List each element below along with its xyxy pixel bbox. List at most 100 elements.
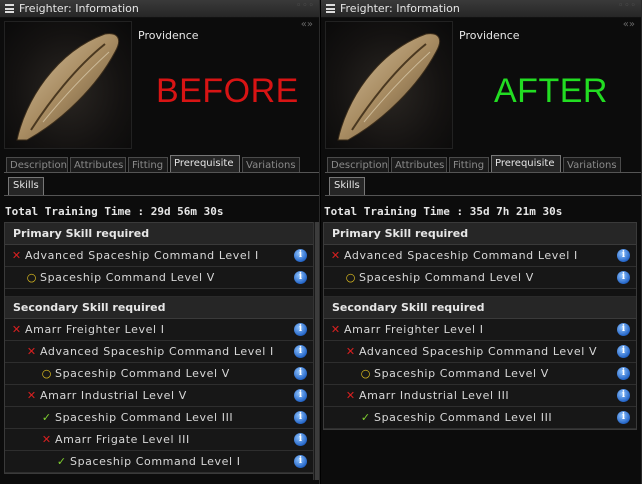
secondary-skill-list: ✕ Amarr Freighter Level Ii ✕ Advanced Space… xyxy=(324,319,636,429)
cross-icon: ✕ xyxy=(345,345,356,358)
ship-thumbnail xyxy=(325,21,453,149)
tab-description[interactable]: Description xyxy=(327,157,389,173)
skill-label: Spaceship Command Level V xyxy=(55,367,230,380)
skill-label: Amarr Industrial Level V xyxy=(40,389,187,402)
skill-label: Spaceship Command Level I xyxy=(70,455,241,468)
window-controls-icon[interactable]: ◦◦◦ xyxy=(618,1,637,11)
skill-row[interactable]: ✕ Amarr Freighter Level I i xyxy=(324,319,636,341)
tab-attributes[interactable]: Attributes xyxy=(70,157,126,173)
skill-label: Spaceship Command Level V xyxy=(359,271,534,284)
info-icon[interactable]: i xyxy=(617,411,630,424)
skill-label: Advanced Spaceship Command Level I xyxy=(344,249,578,262)
skill-label: Spaceship Command Level III xyxy=(374,411,553,424)
skill-row[interactable]: ✓ Spaceship Command Level I i xyxy=(5,451,313,473)
info-tabs: Description Attributes Fitting Prerequis… xyxy=(327,155,641,173)
after-label: AFTER xyxy=(494,72,608,110)
info-icon[interactable]: i xyxy=(617,271,630,284)
tab-divider xyxy=(325,172,641,173)
secondary-skill-header: Secondary Skill required xyxy=(324,297,636,319)
tab-divider xyxy=(4,172,319,173)
secondary-skill-header: Secondary Skill required xyxy=(5,297,313,319)
primary-skill-header: Primary Skill required xyxy=(5,223,313,245)
ship-name: Providence xyxy=(138,29,199,42)
skill-row[interactable]: ✕ Amarr Industrial Level V i xyxy=(5,385,313,407)
info-icon[interactable]: i xyxy=(294,345,307,358)
subtab-skills[interactable]: Skills xyxy=(329,177,365,195)
circle-icon: ○ xyxy=(41,367,52,380)
tab-prerequisite[interactable]: Prerequisite xyxy=(170,155,240,173)
info-window-after: Freighter: Information ◦◦◦ «» Providence… xyxy=(321,0,642,484)
check-icon: ✓ xyxy=(41,411,52,424)
skill-row[interactable]: ✓ Spaceship Command Level III i xyxy=(324,407,636,429)
section-spacer xyxy=(5,289,313,297)
tab-description[interactable]: Description xyxy=(6,157,68,173)
window-titlebar[interactable]: Freighter: Information ◦◦◦ xyxy=(0,0,319,18)
info-icon[interactable]: i xyxy=(294,323,307,336)
info-icon[interactable]: i xyxy=(617,249,630,262)
skill-row[interactable]: ✕ Amarr Frigate Level III i xyxy=(5,429,313,451)
check-icon: ✓ xyxy=(56,455,67,468)
info-icon[interactable]: i xyxy=(294,271,307,284)
skill-label: Amarr Frigate Level III xyxy=(55,433,190,446)
window-title: Freighter: Information xyxy=(19,2,139,15)
skill-label: Advanced Spaceship Command Level I xyxy=(25,249,259,262)
info-icon[interactable]: i xyxy=(617,345,630,358)
subtab-divider xyxy=(325,195,641,196)
info-icon[interactable]: i xyxy=(294,433,307,446)
info-icon[interactable]: i xyxy=(294,367,307,380)
info-icon[interactable]: i xyxy=(294,389,307,402)
cross-icon: ✕ xyxy=(345,389,356,402)
primary-skill-header: Primary Skill required xyxy=(324,223,636,245)
tab-attributes[interactable]: Attributes xyxy=(391,157,447,173)
tab-prerequisite[interactable]: Prerequisite xyxy=(491,155,561,173)
info-icon[interactable]: i xyxy=(617,367,630,380)
menu-icon[interactable] xyxy=(5,4,14,13)
scrollbar-thumb[interactable] xyxy=(315,222,319,480)
skill-label: Spaceship Command Level III xyxy=(55,411,234,424)
skill-row[interactable]: ○ Spaceship Command Level V i xyxy=(5,363,313,385)
cross-icon: ✕ xyxy=(330,249,341,262)
window-title: Freighter: Information xyxy=(340,2,460,15)
skill-row[interactable]: ✕ Advanced Spaceship Command Level I i xyxy=(324,245,636,267)
check-icon: ✓ xyxy=(360,411,371,424)
tab-variations[interactable]: Variations xyxy=(242,157,300,173)
skill-row[interactable]: ○ Spaceship Command Level V i xyxy=(324,267,636,289)
cross-icon: ✕ xyxy=(26,345,37,358)
info-icon[interactable]: i xyxy=(294,411,307,424)
info-icon[interactable]: i xyxy=(294,249,307,262)
skill-label: Amarr Freighter Level I xyxy=(344,323,484,336)
circle-icon: ○ xyxy=(360,367,371,380)
skill-row[interactable]: ○ Spaceship Command Level V i xyxy=(324,363,636,385)
menu-icon[interactable] xyxy=(326,4,335,13)
cross-icon: ✕ xyxy=(41,433,52,446)
skill-label: Amarr Freighter Level I xyxy=(25,323,165,336)
before-label: BEFORE xyxy=(156,72,299,110)
window-controls-icon[interactable]: ◦◦◦ xyxy=(296,1,315,11)
skill-row[interactable]: ✕ Advanced Spaceship Command Level V i xyxy=(324,341,636,363)
tab-fitting[interactable]: Fitting xyxy=(128,157,168,173)
skill-row[interactable]: ✕ Amarr Freighter Level I i xyxy=(5,319,313,341)
subtab-skills[interactable]: Skills xyxy=(8,177,44,195)
cross-icon: ✕ xyxy=(330,323,341,336)
collapse-icon[interactable]: «» xyxy=(301,19,313,30)
subtab-divider xyxy=(4,195,319,196)
tab-variations[interactable]: Variations xyxy=(563,157,621,173)
circle-icon: ○ xyxy=(26,271,37,284)
collapse-icon[interactable]: «» xyxy=(623,19,635,30)
scrollbar[interactable] xyxy=(313,222,319,480)
primary-skill-list: ✕ Advanced Spaceship Command Level Ii ○ Spa… xyxy=(5,245,313,289)
skill-row[interactable]: ○ Spaceship Command Level V i xyxy=(5,267,313,289)
skill-row[interactable]: ✕ Advanced Spaceship Command Level I i xyxy=(5,341,313,363)
skill-row[interactable]: ✕ Advanced Spaceship Command Level I i xyxy=(5,245,313,267)
ship-name: Providence xyxy=(459,29,520,42)
skill-label: Amarr Industrial Level III xyxy=(359,389,510,402)
skill-label: Spaceship Command Level V xyxy=(374,367,549,380)
section-spacer xyxy=(324,289,636,297)
info-icon[interactable]: i xyxy=(617,323,630,336)
tab-fitting[interactable]: Fitting xyxy=(449,157,489,173)
skill-row[interactable]: ✕ Amarr Industrial Level III i xyxy=(324,385,636,407)
skill-row[interactable]: ✓ Spaceship Command Level III i xyxy=(5,407,313,429)
window-titlebar[interactable]: Freighter: Information ◦◦◦ xyxy=(321,0,641,18)
info-icon[interactable]: i xyxy=(617,389,630,402)
info-icon[interactable]: i xyxy=(294,455,307,468)
